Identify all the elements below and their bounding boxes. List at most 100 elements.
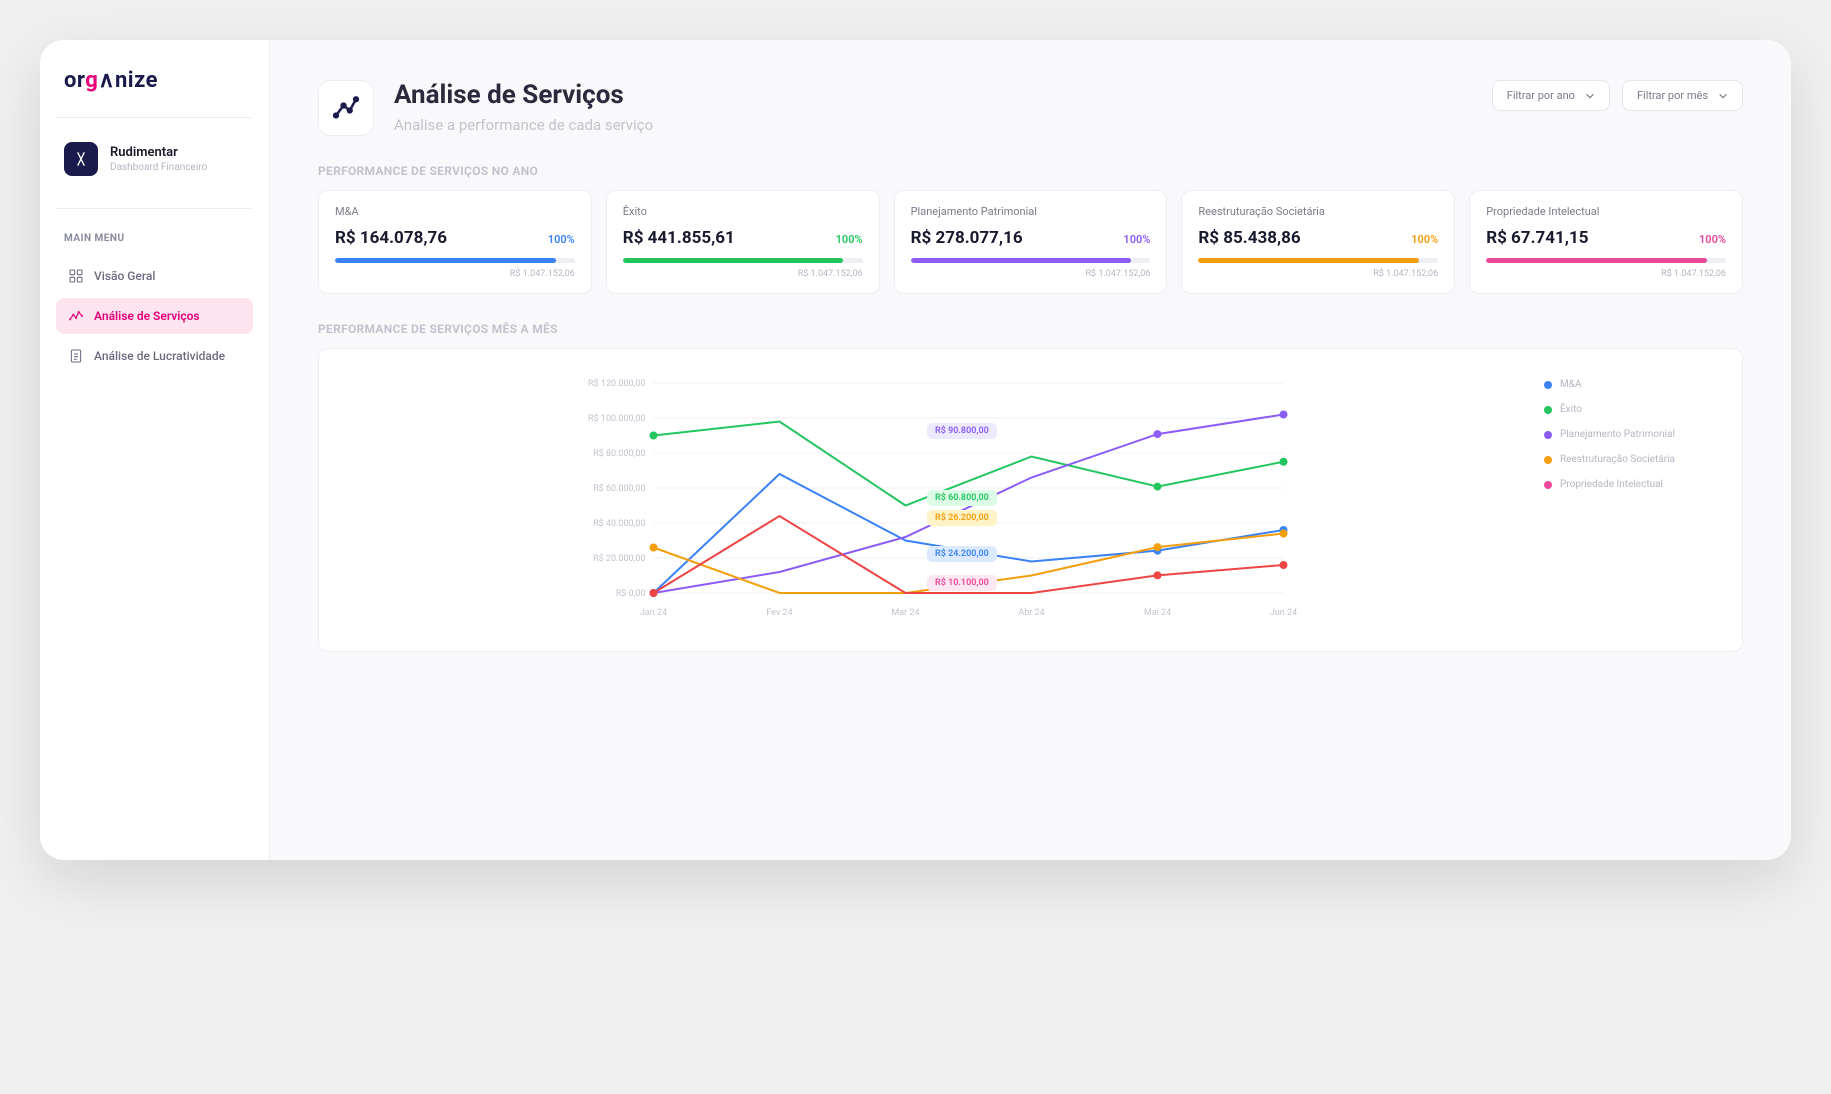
card-value: R$ 278.077,16 <box>911 228 1023 248</box>
sidebar-item-label: Análise de Serviços <box>94 309 200 323</box>
svg-text:Mar 24: Mar 24 <box>891 608 919 618</box>
document-icon <box>68 348 84 364</box>
sidebar-item-overview[interactable]: Visão Geral <box>56 258 253 294</box>
filter-year-label: Filtrar por ano <box>1507 89 1575 102</box>
svg-text:R$ 60.000,00: R$ 60.000,00 <box>593 483 645 494</box>
filter-year-button[interactable]: Filtrar por ano <box>1492 80 1610 111</box>
legend-label: Propriedade Intelectual <box>1560 479 1663 490</box>
svg-text:Mai 24: Mai 24 <box>1144 608 1171 618</box>
svg-text:R$ 120.000,00: R$ 120.000,00 <box>588 378 645 389</box>
card-total: R$ 1.047.152,06 <box>911 269 1151 279</box>
company-name: Rudimentar <box>110 145 207 160</box>
progress-bar <box>1486 258 1726 263</box>
grid-icon <box>68 268 84 284</box>
chart-data-label: R$ 10.100,00 <box>927 575 997 591</box>
svg-text:Jan 24: Jan 24 <box>640 608 667 618</box>
card-total: R$ 1.047.152,06 <box>1486 269 1726 279</box>
brand-pre: or <box>64 68 85 93</box>
legend-label: Êxito <box>1560 404 1582 415</box>
card-percentage: 100% <box>548 233 575 246</box>
main-content: Análise de Serviços Analise a performanc… <box>270 40 1791 860</box>
svg-text:Abr 24: Abr 24 <box>1018 608 1044 618</box>
card-title: Planejamento Patrimonial <box>911 205 1151 218</box>
progress-bar <box>623 258 863 263</box>
chart-area: R$ 0,00 R$ 20.000,00 R$ 40.000,00 R$ 60.000… <box>347 373 1520 627</box>
legend-dot <box>1544 481 1552 489</box>
card-total: R$ 1.047.152,06 <box>623 269 863 279</box>
page-subtitle: Analise a performance de cada serviço <box>394 116 653 134</box>
legend-dot <box>1544 456 1552 464</box>
card-value: R$ 164.078,76 <box>335 228 447 248</box>
svg-text:R$ 100.000,00: R$ 100.000,00 <box>588 413 645 424</box>
section-year-label: PERFORMANCE DE SERVIÇOS NO ANO <box>318 164 1743 178</box>
card-value: R$ 67.741,15 <box>1486 228 1588 248</box>
performance-card: Reestruturação Societária R$ 85.438,86 1… <box>1181 190 1455 294</box>
legend-dot <box>1544 431 1552 439</box>
company-icon <box>64 142 98 176</box>
performance-cards: M&A R$ 164.078,76 100% R$ 1.047.152,06 Ê… <box>318 190 1743 294</box>
page-title: Análise de Serviços <box>394 80 653 110</box>
legend-item: Propriedade Intelectual <box>1544 479 1714 490</box>
legend-label: M&A <box>1560 379 1581 390</box>
chevron-down-icon <box>1718 91 1728 101</box>
legend-dot <box>1544 406 1552 414</box>
legend-label: Reestruturação Societária <box>1560 454 1675 465</box>
chart-data-label: R$ 60.800,00 <box>927 490 997 506</box>
card-title: Êxito <box>623 205 863 218</box>
card-percentage: 100% <box>1411 233 1438 246</box>
chart-data-label: R$ 26.200,00 <box>927 510 997 526</box>
chart-data-label: R$ 24.200,00 <box>927 546 997 562</box>
divider <box>56 208 253 209</box>
legend-item: Reestruturação Societária <box>1544 454 1714 465</box>
card-total: R$ 1.047.152,06 <box>335 269 575 279</box>
sidebar-item-label: Visão Geral <box>94 269 155 283</box>
chart-icon <box>68 308 84 324</box>
menu-label: MAIN MENU <box>56 225 253 252</box>
chart-data-label: R$ 90.800,00 <box>927 423 997 439</box>
legend-item: Êxito <box>1544 404 1714 415</box>
page-icon <box>318 80 374 136</box>
brand-post: ∧nize <box>98 68 158 93</box>
sidebar-item-label: Análise de Lucratividade <box>94 349 225 363</box>
chart-legend: M&A Êxito Planejamento Patrimonial Reestrut… <box>1544 373 1714 627</box>
sidebar-item-profitability[interactable]: Análise de Lucratividade <box>56 338 253 374</box>
chevron-down-icon <box>1585 91 1595 101</box>
card-value: R$ 85.438,86 <box>1198 228 1300 248</box>
performance-card: Planejamento Patrimonial R$ 278.077,16 1… <box>894 190 1168 294</box>
brand-logo: org∧nize <box>56 64 253 113</box>
legend-dot <box>1544 381 1552 389</box>
svg-text:R$ 20.000,00: R$ 20.000,00 <box>593 553 645 564</box>
card-title: M&A <box>335 205 575 218</box>
card-percentage: 100% <box>1699 233 1726 246</box>
legend-item: M&A <box>1544 379 1714 390</box>
progress-bar <box>1198 258 1438 263</box>
performance-card: Êxito R$ 441.855,61 100% R$ 1.047.152,06 <box>606 190 880 294</box>
chart-box: R$ 0,00 R$ 20.000,00 R$ 40.000,00 R$ 60.000… <box>318 348 1743 652</box>
brand-pink: g <box>85 68 98 93</box>
company-subtitle: Dashboard Financeiro <box>110 162 207 173</box>
progress-bar <box>335 258 575 263</box>
card-value: R$ 441.855,61 <box>623 228 735 248</box>
svg-text:R$ 80.000,00: R$ 80.000,00 <box>593 448 645 459</box>
svg-text:Jun 24: Jun 24 <box>1270 608 1297 618</box>
filter-month-button[interactable]: Filtrar por mês <box>1622 80 1743 111</box>
svg-text:R$ 0,00: R$ 0,00 <box>616 588 646 599</box>
performance-card: Propriedade Intelectual R$ 67.741,15 100… <box>1469 190 1743 294</box>
svg-text:Fev 24: Fev 24 <box>766 608 792 618</box>
performance-card: M&A R$ 164.078,76 100% R$ 1.047.152,06 <box>318 190 592 294</box>
legend-label: Planejamento Patrimonial <box>1560 429 1675 440</box>
section-month-label: PERFORMANCE DE SERVIÇOS MÊS A MÊS <box>318 322 1743 336</box>
sidebar: org∧nize Rudimentar Dashboard Financeiro… <box>40 40 270 860</box>
divider <box>56 117 253 118</box>
filter-month-label: Filtrar por mês <box>1637 89 1708 102</box>
progress-bar <box>911 258 1151 263</box>
company-card[interactable]: Rudimentar Dashboard Financeiro <box>56 134 253 184</box>
card-title: Reestruturação Societária <box>1198 205 1438 218</box>
card-title: Propriedade Intelectual <box>1486 205 1726 218</box>
svg-text:R$ 40.000,00: R$ 40.000,00 <box>593 518 645 529</box>
card-total: R$ 1.047.152,06 <box>1198 269 1438 279</box>
sidebar-item-services[interactable]: Análise de Serviços <box>56 298 253 334</box>
legend-item: Planejamento Patrimonial <box>1544 429 1714 440</box>
card-percentage: 100% <box>836 233 863 246</box>
network-icon <box>331 93 361 123</box>
